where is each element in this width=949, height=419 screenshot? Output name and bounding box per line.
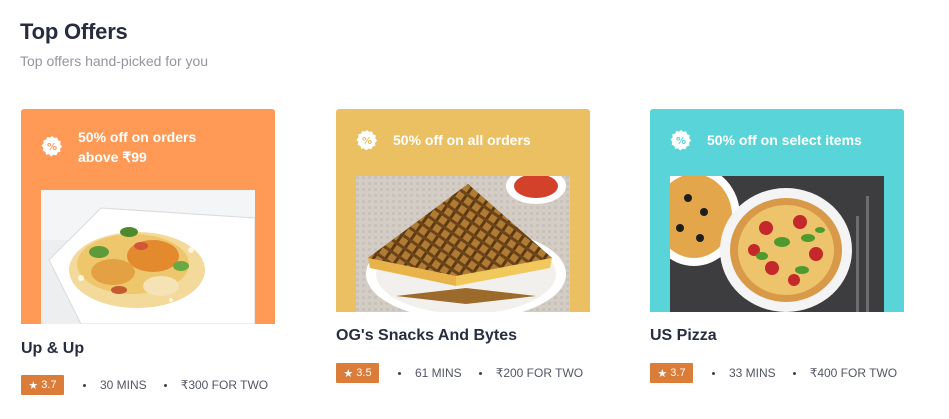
star-icon: ★ bbox=[657, 367, 668, 380]
restaurant-name[interactable]: Up & Up bbox=[21, 340, 84, 358]
offer-card-og-snacks[interactable]: % 50% off on all orders OG's Snacks And … bbox=[336, 109, 590, 383]
offer-text: 50% off on all orders bbox=[393, 132, 531, 148]
sandwich-image bbox=[356, 176, 570, 312]
offer-text: 50% off on select items bbox=[707, 132, 862, 148]
cost-for-two: ₹300 FOR TWO bbox=[180, 378, 269, 392]
delivery-time: 61 MINS bbox=[415, 366, 462, 380]
percent-badge-icon: % bbox=[41, 135, 63, 157]
svg-text:%: % bbox=[47, 142, 57, 153]
rating-badge: ★ 3.7 bbox=[21, 375, 64, 395]
rating-badge: ★ 3.7 bbox=[650, 363, 693, 383]
restaurant-name[interactable]: OG's Snacks And Bytes bbox=[336, 327, 517, 345]
percent-badge-icon: % bbox=[356, 129, 378, 151]
delivery-time: 33 MINS bbox=[729, 366, 776, 380]
section-subtitle: Top offers hand-picked for you bbox=[20, 53, 209, 69]
separator-dot bbox=[163, 383, 167, 387]
percent-badge-icon: % bbox=[670, 129, 692, 151]
svg-text:%: % bbox=[362, 136, 372, 147]
section-title: Top Offers bbox=[20, 19, 128, 44]
delivery-time: 30 MINS bbox=[100, 378, 147, 392]
restaurant-name[interactable]: US Pizza bbox=[650, 327, 717, 345]
pizza-image bbox=[670, 176, 884, 312]
star-icon: ★ bbox=[343, 367, 354, 380]
offer-card-up-and-up[interactable]: % 50% off on orders above ₹99 Up & Up ★ … bbox=[21, 109, 275, 395]
offer-banner[interactable]: % 50% off on orders above ₹99 bbox=[21, 109, 275, 324]
cost-for-two: ₹200 FOR TWO bbox=[495, 366, 584, 380]
rating-value: 3.7 bbox=[670, 367, 686, 379]
restaurant-meta: ★ 3.7 33 MINS ₹400 FOR TWO bbox=[650, 363, 897, 383]
star-icon: ★ bbox=[28, 379, 39, 392]
restaurant-meta: ★ 3.5 61 MINS ₹200 FOR TWO bbox=[336, 363, 583, 383]
offer-banner[interactable]: % 50% off on all orders bbox=[336, 109, 590, 312]
svg-text:%: % bbox=[676, 136, 686, 147]
rating-badge: ★ 3.5 bbox=[336, 363, 379, 383]
biryani-image bbox=[41, 190, 255, 324]
cost-for-two: ₹400 FOR TWO bbox=[809, 366, 898, 380]
separator-dot bbox=[792, 371, 796, 375]
separator-dot bbox=[478, 371, 482, 375]
separator-dot bbox=[83, 383, 86, 387]
rating-value: 3.5 bbox=[356, 367, 372, 379]
rating-value: 3.7 bbox=[41, 379, 57, 391]
offer-text: 50% off on orders above ₹99 bbox=[78, 129, 197, 165]
offer-banner[interactable]: % 50% off on select items bbox=[650, 109, 904, 312]
separator-dot bbox=[398, 371, 401, 375]
separator-dot bbox=[712, 371, 715, 375]
restaurant-meta: ★ 3.7 30 MINS ₹300 FOR TWO bbox=[21, 375, 268, 395]
offer-card-us-pizza[interactable]: % 50% off on select items US Pizza ★ 3.7… bbox=[650, 109, 904, 383]
